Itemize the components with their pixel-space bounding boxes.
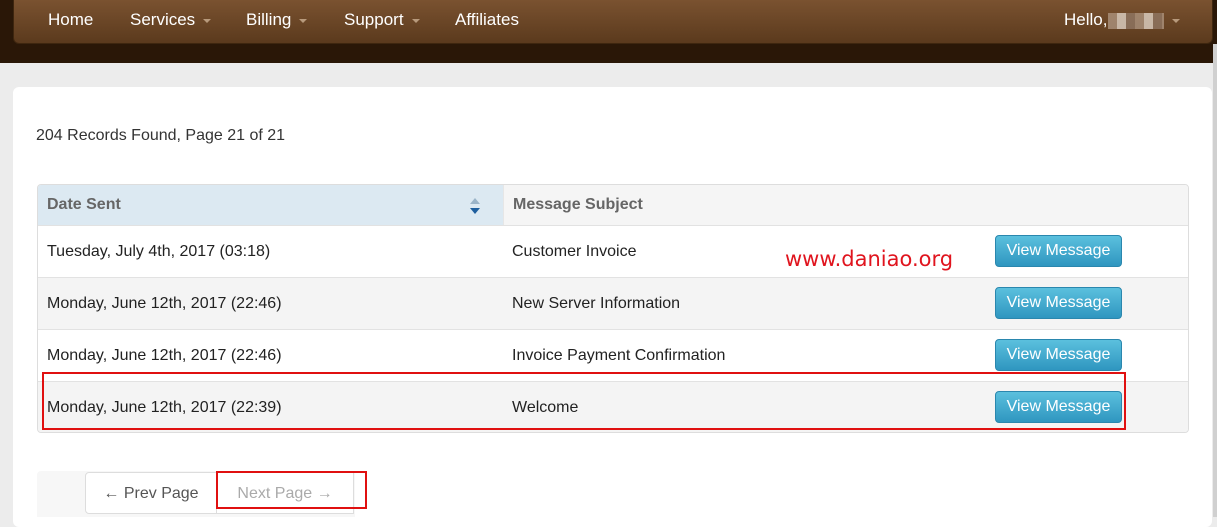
cell-subject: New Server Information: [512, 295, 681, 312]
chevron-down-icon: [411, 18, 420, 23]
column-header-subject-label: Message Subject: [513, 196, 643, 213]
cell-date: Monday, June 12th, 2017 (22:46): [47, 295, 282, 312]
prev-page-button[interactable]: ← Prev Page: [85, 472, 217, 514]
sort-icon[interactable]: [468, 196, 482, 216]
user-menu[interactable]: Hello,: [1064, 0, 1181, 40]
redacted-username: [1108, 12, 1165, 29]
chevron-down-icon: [1172, 18, 1181, 23]
records-summary: 204 Records Found, Page 21 of 21: [36, 127, 286, 144]
column-header-message-subject[interactable]: Message Subject: [503, 185, 1188, 225]
view-message-button[interactable]: View Message: [995, 339, 1122, 371]
column-header-date-sent[interactable]: Date Sent: [38, 185, 503, 225]
nav-services[interactable]: Services: [130, 0, 212, 40]
watermark: www.daniao.org: [785, 247, 954, 271]
view-message-button[interactable]: View Message: [995, 287, 1122, 319]
table-row: Monday, June 12th, 2017 (22:46) New Serv…: [38, 277, 1188, 329]
nav-support[interactable]: Support: [344, 0, 420, 40]
nav-billing[interactable]: Billing: [246, 0, 308, 40]
user-greeting: Hello,: [1064, 10, 1108, 29]
annotation-highlight-next-page: [216, 471, 367, 509]
nav-affiliates[interactable]: Affiliates: [455, 0, 519, 40]
table-row: Tuesday, July 4th, 2017 (03:18) Customer…: [38, 225, 1188, 277]
view-message-button[interactable]: View Message: [995, 235, 1122, 267]
scrollbar[interactable]: [1213, 44, 1217, 517]
nav-home[interactable]: Home: [48, 0, 93, 40]
cell-subject: Customer Invoice: [512, 243, 637, 260]
nav-services-label: Services: [130, 10, 196, 29]
column-header-date-label: Date Sent: [47, 196, 121, 213]
cell-date: Tuesday, July 4th, 2017 (03:18): [47, 243, 271, 260]
chevron-down-icon: [203, 18, 212, 23]
nav-billing-label: Billing: [246, 10, 292, 29]
nav-home-label: Home: [48, 10, 94, 29]
annotation-highlight-welcome-row: [42, 372, 1126, 430]
chevron-down-icon: [299, 18, 308, 23]
nav-support-label: Support: [344, 10, 404, 29]
nav-affiliates-label: Affiliates: [455, 10, 519, 29]
